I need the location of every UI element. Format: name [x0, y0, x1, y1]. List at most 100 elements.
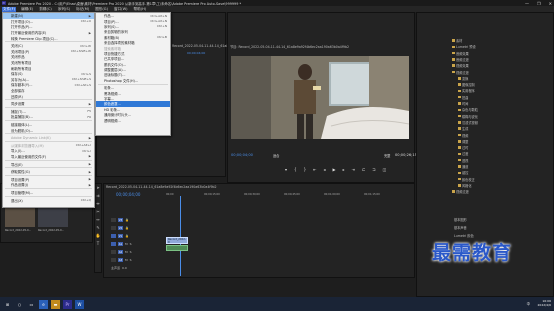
file-menu-item[interactable]: 获取属性(G) ▶	[3, 169, 94, 175]
bin-thumbnail-2[interactable]	[38, 207, 68, 227]
effects-tree-item[interactable]: 键控	[458, 170, 468, 175]
file-menu-item[interactable]: 转换 Premiere Clip 项目(C)...	[3, 35, 94, 41]
effects-tree-item[interactable]: 视频过渡	[452, 189, 469, 194]
effects-tree-item[interactable]: 音频过渡	[452, 57, 469, 62]
effects-tree-item[interactable]: 音频效果	[452, 51, 469, 56]
track-label-a1[interactable]: A1	[118, 242, 123, 246]
lift-icon[interactable]: ⊏	[362, 167, 365, 172]
timeline-clip-v1[interactable]: Record_2022-0	[166, 237, 188, 244]
effects-tree-item[interactable]: 沉浸式视频	[458, 120, 478, 125]
effects-tree-item[interactable]: 变换	[458, 76, 468, 81]
file-menu-item[interactable]: 设为脱机(O)...	[3, 127, 94, 133]
effects-tree-item[interactable]: 生成	[458, 126, 468, 131]
effects-tree-item[interactable]: 视频效果	[452, 63, 469, 68]
close-icon[interactable]: ✕	[549, 1, 552, 6]
ripple-edit-icon[interactable]: ⇹	[95, 200, 101, 208]
track-label-v2[interactable]: V2	[118, 226, 123, 230]
track-target-a2[interactable]	[111, 250, 116, 254]
solo-button[interactable]: S	[130, 242, 132, 246]
menu-graphics[interactable]: 图形(G)	[94, 7, 109, 12]
browser-icon[interactable]: e	[39, 299, 48, 309]
playhead[interactable]	[180, 196, 181, 276]
mark-in-icon[interactable]: {	[294, 167, 297, 172]
minimize-icon[interactable]: —	[525, 1, 529, 6]
panel-essential-sound[interactable]: 基本声音	[454, 225, 467, 230]
file-menu-item[interactable]: 还原(R)	[3, 93, 94, 99]
lock-icon[interactable]: 🔒	[125, 234, 129, 238]
track-label-v1[interactable]: V1	[118, 234, 123, 238]
effects-tree-item[interactable]: 透视	[458, 158, 468, 163]
file-menu-item[interactable]: 批量捕捉(B)... F6	[3, 114, 94, 120]
effects-tree-item[interactable]: 扭曲	[458, 95, 468, 100]
effects-tree-item[interactable]: 颜色校正	[458, 177, 475, 182]
effects-tree-item[interactable]: 素材	[452, 38, 462, 43]
menu-edit[interactable]: 编辑(E)	[20, 7, 34, 12]
menu-help[interactable]: 帮助(H)	[133, 7, 148, 12]
effects-tree-item[interactable]: 视频过渡	[452, 70, 469, 75]
mute-button[interactable]: M	[125, 250, 128, 254]
export-frame-icon[interactable]: ◫	[383, 167, 387, 172]
effects-tree-item[interactable]: 风格化	[458, 183, 472, 188]
menu-clip[interactable]: 剪辑(C)	[38, 7, 53, 12]
menu-file[interactable]: 文件(F)	[2, 6, 17, 12]
track-label-a3[interactable]: A3	[118, 258, 123, 262]
solo-button[interactable]: S	[130, 250, 132, 254]
file-menu-item[interactable]: 作品设置(J) ▶	[3, 182, 94, 188]
mute-button[interactable]: M	[125, 242, 128, 246]
menu-markers[interactable]: 标记(M)	[75, 7, 90, 12]
premiere-taskbar-icon[interactable]: Pr	[63, 299, 72, 309]
word-icon[interactable]: W	[75, 299, 84, 309]
pen-icon[interactable]: ✎	[95, 224, 101, 232]
step-back-icon[interactable]: ◂	[323, 167, 325, 172]
track-target-v2[interactable]	[111, 226, 116, 230]
type-icon[interactable]: T	[95, 240, 101, 248]
new-submenu-item[interactable]: Photoshop 文件(H)...	[96, 78, 170, 83]
effects-tree-item[interactable]: 通道	[458, 164, 468, 169]
program-fit-select[interactable]: 适合	[273, 153, 279, 158]
track-target-a3[interactable]	[111, 258, 116, 262]
track-target-v1[interactable]	[111, 234, 116, 238]
bin-thumbnail-1[interactable]	[5, 207, 35, 227]
file-menu-item[interactable]: 同步设置 ▶	[3, 101, 94, 107]
program-tab[interactable]: 节目: Record_2022-05-04-11-44-14_61a8e9a92…	[230, 44, 349, 49]
effects-tree-item[interactable]: 模糊与锐化	[458, 114, 478, 119]
track-target-v3[interactable]	[111, 218, 116, 222]
timeline-ruler[interactable]: 00;00 00;00;15;00 00;00;30;00 00;00;45;0…	[166, 193, 414, 199]
track-label-a2[interactable]: A2	[118, 250, 123, 254]
file-menu-item[interactable]: 项目管理(M)...	[3, 190, 94, 196]
program-zoom-select[interactable]: 完整	[384, 153, 390, 158]
lock-icon[interactable]: 🔒	[125, 218, 129, 222]
track-label-v3[interactable]: V3	[118, 218, 123, 222]
step-forward-icon[interactable]: ▸	[343, 167, 345, 172]
play-icon[interactable]: ▶	[332, 167, 335, 172]
mute-button[interactable]: M	[125, 258, 128, 262]
menu-window[interactable]: 窗口(W)	[113, 7, 129, 12]
selection-tool-icon[interactable]: ➤	[95, 184, 101, 192]
mark-out-icon[interactable]: }	[304, 167, 307, 172]
effects-tree-item[interactable]: 杂色与颗粒	[458, 107, 478, 112]
effects-tree-item[interactable]: 图像控制	[458, 82, 475, 87]
effects-tree-item[interactable]: 调整	[458, 139, 468, 144]
add-marker-icon[interactable]: ▾	[285, 167, 287, 172]
task-view-icon[interactable]: ▭	[27, 300, 36, 309]
file-menu-item[interactable]: 退出(X) Ctrl+Q	[3, 197, 94, 203]
effects-tree-item[interactable]: 时间	[458, 101, 468, 106]
maximize-icon[interactable]: ❐	[537, 1, 541, 6]
effects-tree-item[interactable]: 过时	[458, 145, 468, 150]
slip-icon[interactable]: ↔	[95, 216, 101, 224]
effects-tree-item[interactable]: 过渡	[458, 151, 468, 156]
hand-icon[interactable]: ✋	[95, 232, 101, 240]
effects-tree-item[interactable]: 视频	[458, 133, 468, 138]
solo-button[interactable]: S	[130, 258, 132, 262]
lock-icon[interactable]: 🔒	[125, 226, 129, 230]
search-icon[interactable]: ○	[15, 300, 24, 309]
timeline-tab[interactable]: Record_2022-05-04-11-44-14_61a8e9a92f4b6…	[106, 185, 217, 189]
timeline-clip-a1[interactable]	[166, 245, 188, 251]
effects-tree-item[interactable]: 实用程序	[458, 88, 475, 93]
panel-essential-graphics[interactable]: 基本图形	[454, 217, 467, 222]
go-to-out-icon[interactable]: ⇥	[352, 167, 355, 172]
effects-tree-item[interactable]: Lumetri 预设	[452, 44, 476, 49]
track-target-a1[interactable]	[111, 242, 116, 246]
input-language[interactable]: 中	[527, 301, 530, 306]
razor-icon[interactable]: ✂	[95, 208, 101, 216]
